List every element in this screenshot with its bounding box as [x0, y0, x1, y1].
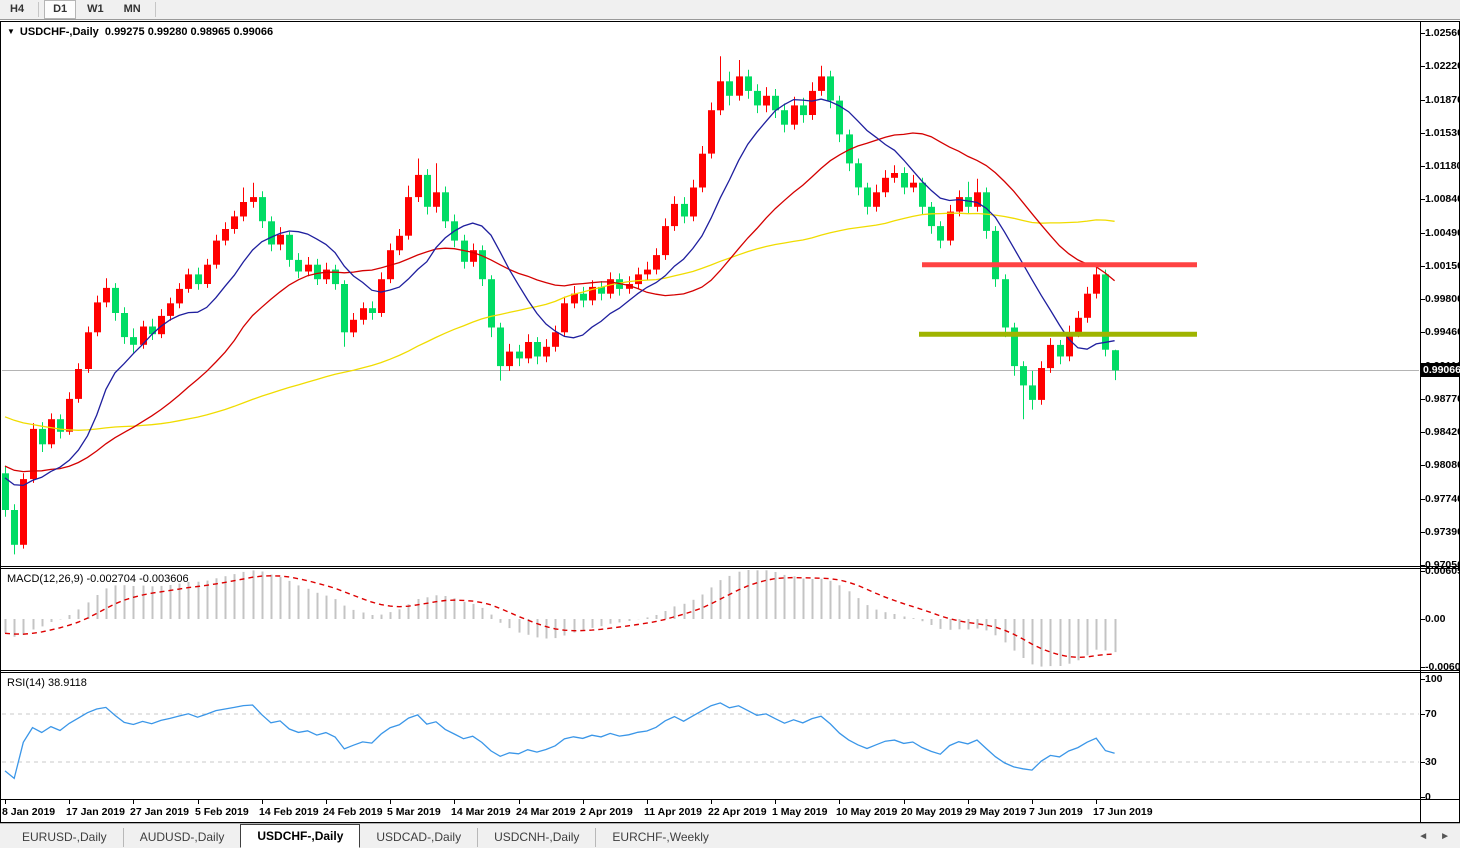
chart-canvas[interactable]	[0, 0, 1460, 848]
symbol-tabs: EURUSD-,DailyAUDUSD-,DailyUSDCHF-,DailyU…	[6, 824, 725, 848]
rsi-current-value: 38.9118	[48, 677, 87, 689]
date-axis-label: 10 May 2019	[836, 806, 897, 818]
date-axis-label: 2 Apr 2019	[580, 806, 633, 818]
date-axis-label: 14 Feb 2019	[259, 806, 319, 818]
price-axis-label: 0.99460	[1425, 326, 1460, 338]
candlestick-series	[2, 56, 1119, 554]
chart-title: ▼ USDCHF-,Daily 0.99275 0.99280 0.98965 0…	[7, 26, 273, 38]
symbol-tab-usdchf[interactable]: USDCHF-,Daily	[240, 824, 360, 848]
rsi-axis-label: 30	[1425, 756, 1437, 768]
tab-scroll-arrows: ◄ ►	[1418, 824, 1460, 848]
macd-indicator-label: MACD(12,26,9) -0.002704 -0.003606	[7, 573, 189, 585]
price-axis-label: 0.97390	[1425, 526, 1460, 538]
scroll-right-button[interactable]: ►	[1440, 831, 1450, 842]
date-axis-label: 22 Apr 2019	[708, 806, 767, 818]
timeframe-toolbar: H4 D1 W1 MN	[0, 0, 1460, 20]
timeframe-button-w1[interactable]: W1	[78, 0, 113, 19]
symbol-tab-audusd[interactable]: AUDUSD-,Daily	[123, 828, 241, 847]
rsi-panel[interactable]	[2, 703, 1420, 779]
date-axis-label: 24 Feb 2019	[323, 806, 383, 818]
date-axis-label: 14 Mar 2019	[451, 806, 511, 818]
rsi-axis-label: 70	[1425, 708, 1437, 720]
date-axis-label: 11 Apr 2019	[644, 806, 702, 818]
date-axis-label: 20 May 2019	[901, 806, 962, 818]
symbol-tab-eurusd[interactable]: EURUSD-,Daily	[6, 828, 123, 847]
price-axis-label: 1.01870	[1425, 94, 1460, 106]
date-axis-label: 8 Jan 2019	[2, 806, 55, 818]
price-axis-label: 1.02560	[1425, 27, 1460, 39]
price-axis-label: 1.02220	[1425, 60, 1460, 72]
macd-current-values: -0.002704 -0.003606	[86, 573, 188, 585]
date-axis-label: 27 Jan 2019	[130, 806, 189, 818]
price-axis-label: 1.01180	[1425, 160, 1460, 172]
chart-symbol-label: USDCHF-,Daily	[20, 26, 99, 38]
chevron-down-icon[interactable]: ▼	[7, 27, 15, 36]
timeframe-button-d1[interactable]: D1	[44, 0, 76, 19]
rsi-indicator-label: RSI(14) 38.9118	[7, 677, 87, 689]
price-axis-label: 0.99800	[1425, 293, 1460, 305]
rsi-name: RSI(14)	[7, 677, 45, 689]
price-axis-label: 0.98080	[1425, 459, 1460, 471]
current-price-badge: 0.99066	[1421, 363, 1460, 377]
timeframe-button-mn[interactable]: MN	[115, 0, 150, 19]
date-axis-label: 5 Feb 2019	[195, 806, 249, 818]
price-axis-label: 0.98420	[1425, 426, 1460, 438]
date-axis-label: 1 May 2019	[772, 806, 827, 818]
macd-axis-label: -0.006096	[1425, 661, 1460, 673]
date-axis-label: 17 Jan 2019	[66, 806, 125, 818]
ma-line-10	[5, 99, 1115, 485]
symbol-tabbar: EURUSD-,DailyAUDUSD-,DailyUSDCHF-,DailyU…	[0, 823, 1460, 848]
price-axis-label: 0.98770	[1425, 393, 1460, 405]
macd-name: MACD(12,26,9)	[7, 573, 83, 585]
date-axis-label: 24 Mar 2019	[516, 806, 576, 818]
price-axis-label: 1.00840	[1425, 193, 1460, 205]
symbol-tab-eurchf[interactable]: EURCHF-,Weekly	[595, 828, 724, 847]
ma-line-60	[5, 213, 1115, 430]
scroll-left-button[interactable]: ◄	[1418, 831, 1428, 842]
symbol-tab-usdcad[interactable]: USDCAD-,Daily	[360, 828, 477, 847]
date-axis-label: 5 Mar 2019	[387, 806, 441, 818]
rsi-axis-label: 100	[1425, 673, 1443, 685]
main-price-panel[interactable]	[2, 56, 1420, 554]
price-axis-label: 1.00150	[1425, 260, 1460, 272]
price-axis-label: 1.01530	[1425, 127, 1460, 139]
date-axis-label: 29 May 2019	[965, 806, 1026, 818]
price-axis-label: 0.97740	[1425, 493, 1460, 505]
date-axis-label: 17 Jun 2019	[1093, 806, 1153, 818]
timeframe-button-h4[interactable]: H4	[1, 0, 33, 19]
macd-axis-label: 0.006058	[1425, 565, 1460, 577]
date-axis-label: 7 Jun 2019	[1029, 806, 1083, 818]
ma-line-25	[5, 133, 1115, 472]
macd-axis-label: 0.00	[1425, 613, 1445, 625]
symbol-tab-usdcnh[interactable]: USDCNH-,Daily	[477, 828, 595, 847]
chart-ohlc-values: 0.99275 0.99280 0.98965 0.99066	[105, 26, 273, 38]
price-axis-label: 1.00490	[1425, 227, 1460, 239]
trading-app-window: H4 D1 W1 MN ▼ USDCHF-,Daily 0.99275 0.992…	[0, 0, 1460, 848]
rsi-axis-label: 0	[1425, 791, 1431, 803]
toolbar-separator	[155, 2, 156, 17]
toolbar-separator	[38, 2, 39, 17]
